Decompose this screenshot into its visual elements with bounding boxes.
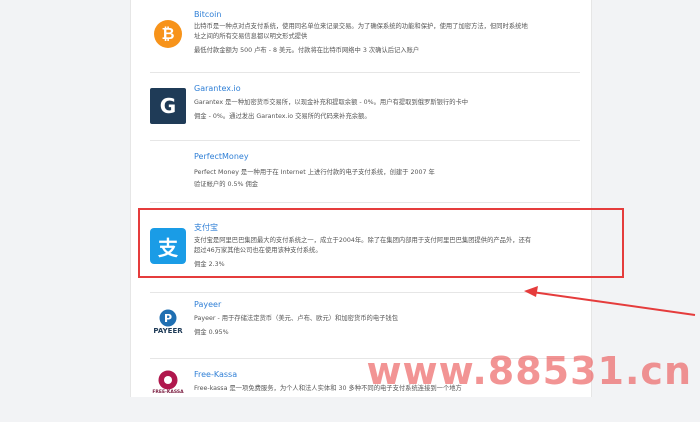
payment-description: 比特币是一种点对点支付系统，使用同名单位来记录交易。为了确保系统的功能和保护，使… — [194, 23, 528, 40]
payment-name[interactable]: Bitcoin — [194, 10, 221, 19]
payment-fee: 验证帐户的 0.5% 佣金 — [194, 181, 259, 188]
bitcoin-icon: ₿ — [150, 16, 186, 52]
payment-name[interactable]: Free-Kassa — [194, 370, 237, 379]
red-arrow-icon — [524, 286, 696, 316]
payment-fee: 佣金 0.95% — [194, 329, 229, 336]
garantex-icon: G — [150, 88, 186, 124]
payment-name[interactable]: PerfectMoney — [194, 152, 249, 161]
payment-description: Perfect Money 是一种用于在 Internet 上进行付款的电子支付… — [194, 169, 435, 176]
payment-description: Garantex 是一种加密货币交易所，以现金补充和提取余额 - 0%。用户有提… — [194, 99, 469, 106]
highlight-box — [138, 208, 624, 278]
svg-text:₿: ₿ — [161, 24, 174, 43]
payment-description: Payeer - 用于存储法定货币（美元、卢布、欧元）和加密货币的电子钱包 — [194, 315, 399, 322]
freekassa-icon: FREE-KASSA — [150, 364, 186, 400]
payeer-icon: P PAYEER — [150, 304, 186, 340]
divider — [150, 292, 580, 293]
watermark: www.88531.cn — [366, 349, 692, 393]
divider — [150, 140, 580, 141]
payment-name[interactable]: Garantex.io — [194, 84, 241, 93]
payment-item-bitcoin[interactable]: ₿ Bitcoin 比特币是一种点对点支付系统，使用同名单位来记录交易。为了确保… — [140, 4, 575, 64]
payment-item-payeer[interactable]: P PAYEER Payeer Payeer - 用于存储法定货币（美元、卢布、… — [140, 296, 575, 356]
svg-text:P: P — [164, 312, 172, 325]
payment-item-perfectmoney[interactable]: PerfectMoney Perfect Money 是一种用于在 Intern… — [140, 150, 575, 210]
divider — [150, 72, 580, 73]
payment-fee: 最低付款金额为 500 卢布 - 8 美元。付款将在比特币网络中 3 次确认后记… — [194, 47, 420, 54]
payment-fee: 佣金 - 0%。通过发出 Garantex.io 交易所的代码来补充余额。 — [194, 113, 371, 120]
payment-name[interactable]: Payeer — [194, 300, 221, 309]
divider — [150, 202, 580, 203]
payment-item-garantex[interactable]: G Garantex.io Garantex 是一种加密货币交易所，以现金补充和… — [140, 84, 575, 144]
